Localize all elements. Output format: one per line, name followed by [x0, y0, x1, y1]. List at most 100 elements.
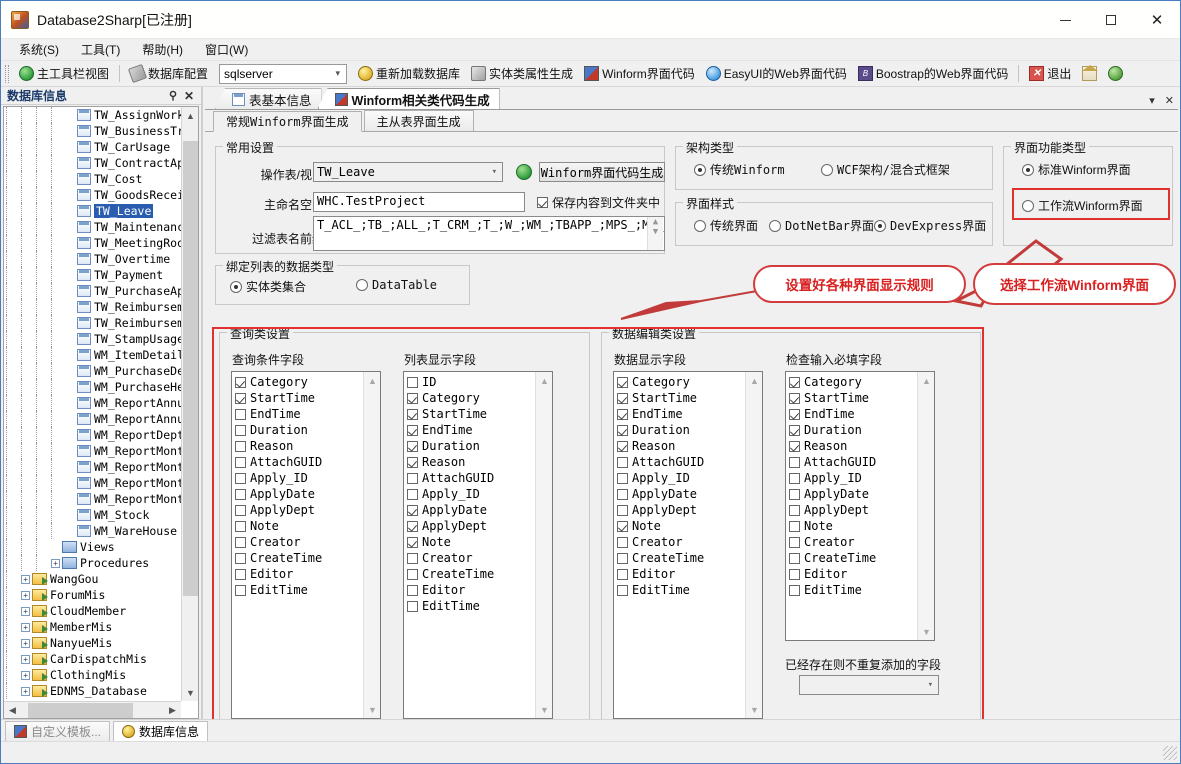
- tree-database-membermis[interactable]: + MemberMis: [4, 619, 181, 635]
- tree-table-tw_purchaseapprc[interactable]: TW_PurchaseApprc: [4, 283, 181, 299]
- checkbox-endtime[interactable]: [617, 408, 628, 420]
- tree-table-tw_goodsreceive[interactable]: TW_GoodsReceive: [4, 187, 181, 203]
- tree-database-cardispatchmis[interactable]: + CarDispatchMis: [4, 651, 181, 667]
- tree-table-tw_contractapprc[interactable]: TW_ContractApprc: [4, 155, 181, 171]
- tree-table-tw_maintenance[interactable]: TW_Maintenance: [4, 219, 181, 235]
- checkbox-edittime[interactable]: [617, 584, 628, 596]
- checkbox-category[interactable]: [789, 376, 800, 388]
- checkbox-note[interactable]: [407, 536, 418, 548]
- checkbox-id[interactable]: [407, 376, 418, 388]
- checkbox-attachguid[interactable]: [235, 456, 246, 468]
- tree-folder-views[interactable]: Views: [4, 539, 181, 555]
- radio-icon[interactable]: [874, 219, 886, 232]
- tree-table-wm_itemdetail[interactable]: WM_ItemDetail: [4, 347, 181, 363]
- checkbox-applydept[interactable]: [617, 504, 628, 516]
- tree-table-tw_stampusage[interactable]: TW_StampUsage: [4, 331, 181, 347]
- toolbar-main-view-button[interactable]: 主工具栏视图: [15, 63, 113, 84]
- checkbox-applydept[interactable]: [407, 520, 418, 532]
- query-cond-field-item[interactable]: Reason: [235, 438, 363, 454]
- radio-icon[interactable]: [356, 279, 368, 291]
- edit-display-fields-listbox[interactable]: Category StartTime EndTime Duration Reason At…: [613, 371, 763, 719]
- query-list-fields-listbox[interactable]: ID Category StartTime EndTime Duration Reason…: [403, 371, 553, 719]
- tree-table-tw_reimbursement[interactable]: TW_Reimbursement: [4, 315, 181, 331]
- toolbar-grip[interactable]: [5, 64, 9, 83]
- query-cond-field-item[interactable]: AttachGUID: [235, 454, 363, 470]
- radio-icon[interactable]: [1022, 163, 1034, 176]
- edit-required-field-item[interactable]: ApplyDate: [789, 486, 917, 502]
- checkbox-applydate[interactable]: [235, 488, 246, 500]
- checkbox-endtime[interactable]: [235, 408, 246, 420]
- edit-display-field-item[interactable]: ApplyDept: [617, 502, 745, 518]
- checkbox-note[interactable]: [617, 520, 628, 532]
- checkbox-apply_id[interactable]: [235, 472, 246, 484]
- query-list-field-item[interactable]: ID: [407, 374, 535, 390]
- query-cond-field-item[interactable]: ApplyDate: [235, 486, 363, 502]
- edit-display-field-item[interactable]: Reason: [617, 438, 745, 454]
- edit-required-field-item[interactable]: StartTime: [789, 390, 917, 406]
- edit-display-field-item[interactable]: Category: [617, 374, 745, 390]
- toolbar-winform-code-button[interactable]: Winform界面代码: [580, 63, 699, 84]
- tree-table-tw_carusage[interactable]: TW_CarUsage: [4, 139, 181, 155]
- radio-icon[interactable]: [1022, 199, 1034, 212]
- save-to-folder-checkbox[interactable]: [537, 197, 548, 208]
- edit-display-field-item[interactable]: EditTime: [617, 582, 745, 598]
- scroll-down-icon[interactable]: ▼: [536, 701, 552, 718]
- query-list-field-item[interactable]: Category: [407, 390, 535, 406]
- radio-icon[interactable]: [230, 280, 242, 293]
- tree-vertical-scrollbar[interactable]: ▲ ▼: [181, 107, 198, 701]
- tree-expand-icon[interactable]: +: [51, 558, 60, 568]
- tree-table-tw_cost[interactable]: TW_Cost: [4, 171, 181, 187]
- scroll-up-icon[interactable]: ▲: [182, 107, 198, 124]
- ui-style-option-dotnetbar[interactable]: DotNetBar界面: [769, 217, 874, 234]
- toolbar-db-config-button[interactable]: 数据库配置: [126, 63, 212, 84]
- edit-required-field-item[interactable]: AttachGUID: [789, 454, 917, 470]
- query-list-field-item[interactable]: EditTime: [407, 598, 535, 614]
- checkbox-endtime[interactable]: [789, 408, 800, 420]
- scroll-left-icon[interactable]: ◀: [4, 702, 21, 718]
- tree-table-wm_warehouse[interactable]: WM_WareHouse: [4, 523, 181, 539]
- checkbox-edittime[interactable]: [789, 584, 800, 596]
- edit-display-field-item[interactable]: Apply_ID: [617, 470, 745, 486]
- query-list-field-item[interactable]: AttachGUID: [407, 470, 535, 486]
- checkbox-attachguid[interactable]: [789, 456, 800, 468]
- scroll-down-icon[interactable]: ▼: [182, 684, 198, 701]
- edit-display-field-item[interactable]: CreateTime: [617, 550, 745, 566]
- bind-data-option-datatable[interactable]: DataTable: [356, 278, 437, 292]
- listbox-scrollbar[interactable]: ▲ ▼: [917, 372, 934, 640]
- edit-display-field-item[interactable]: StartTime: [617, 390, 745, 406]
- checkbox-duration[interactable]: [789, 424, 800, 436]
- edit-display-field-item[interactable]: AttachGUID: [617, 454, 745, 470]
- edit-display-field-item[interactable]: Duration: [617, 422, 745, 438]
- query-list-field-item[interactable]: Duration: [407, 438, 535, 454]
- checkbox-creator[interactable]: [407, 552, 418, 564]
- bind-data-option-entity[interactable]: 实体类集合: [230, 278, 306, 295]
- radio-icon[interactable]: [769, 219, 781, 232]
- tree-table-wm_reportmonthly[interactable]: WM_ReportMonthly: [4, 459, 181, 475]
- query-list-field-item[interactable]: Creator: [407, 550, 535, 566]
- tree-table-wm_purchaseheade[interactable]: WM_PurchaseHeade: [4, 379, 181, 395]
- tab-table-basic-info[interactable]: 表基本信息: [215, 88, 322, 109]
- ui-function-option-standard[interactable]: 标准Winform界面: [1022, 161, 1131, 178]
- arch-type-option-wcf[interactable]: WCF架构/混合式框架: [821, 161, 950, 178]
- checkbox-reason[interactable]: [235, 440, 246, 452]
- tree-table-wm_reportmonthch[interactable]: WM_ReportMonthCh: [4, 443, 181, 459]
- tree-database-wanggou[interactable]: + WangGou: [4, 571, 181, 587]
- tab-close-icon[interactable]: ✕: [1165, 94, 1174, 107]
- tree-expand-icon[interactable]: +: [21, 654, 30, 664]
- menu-help[interactable]: 帮助(H): [132, 38, 193, 61]
- prefix-input-scrollbar[interactable]: ▲ ▼: [647, 217, 663, 250]
- subtab-master-detail[interactable]: 主从表界面生成: [363, 110, 474, 131]
- checkbox-reason[interactable]: [789, 440, 800, 452]
- tree-table-tw_overtime[interactable]: TW_Overtime: [4, 251, 181, 267]
- checkbox-applydate[interactable]: [407, 504, 418, 516]
- edit-display-field-item[interactable]: ApplyDate: [617, 486, 745, 502]
- bottom-tab-custom-template[interactable]: 自定义模板...: [5, 721, 111, 741]
- checkbox-starttime[interactable]: [789, 392, 800, 404]
- checkbox-createtime[interactable]: [789, 552, 800, 564]
- edit-required-field-item[interactable]: CreateTime: [789, 550, 917, 566]
- table-select[interactable]: TW_Leave ▾: [313, 162, 503, 182]
- checkbox-edittime[interactable]: [407, 600, 418, 612]
- query-list-field-item[interactable]: ApplyDate: [407, 502, 535, 518]
- checkbox-editor[interactable]: [789, 568, 800, 580]
- tree-expand-icon[interactable]: +: [21, 638, 30, 648]
